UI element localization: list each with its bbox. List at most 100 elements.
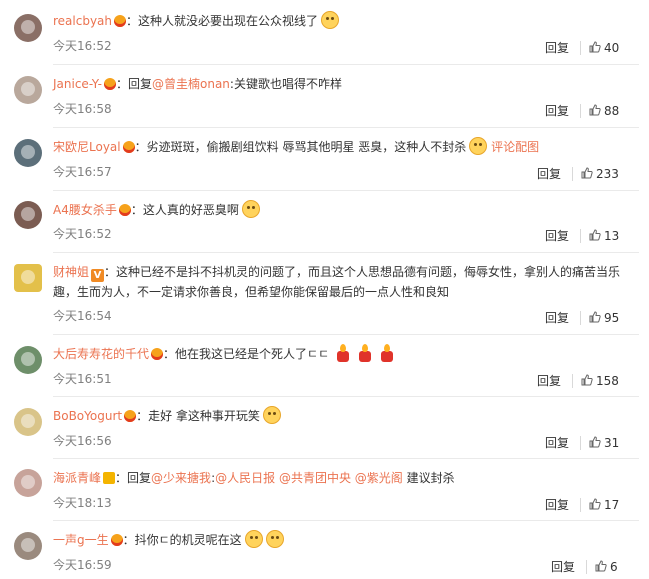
crown-badge-icon <box>103 472 116 484</box>
divider <box>580 229 581 243</box>
comment-text: 劣迹斑斑，偷搬剧组饮料 辱骂其他明星 恶臭，这种人不封杀 <box>146 140 467 154</box>
divider <box>572 167 573 181</box>
comment-text: 这种人就没必要出现在公众视线了 <box>138 14 319 28</box>
emoji-icon <box>262 406 281 424</box>
reply-button[interactable]: 回复 <box>545 497 569 513</box>
username[interactable]: 大后寿寿花的千代 <box>53 347 149 361</box>
like-count: 95 <box>604 311 620 325</box>
emoji-icon <box>265 530 284 548</box>
emoji-icon <box>244 530 263 548</box>
thumbs-up-icon <box>589 104 601 116</box>
like-button[interactable]: 6 <box>595 559 618 575</box>
thumbs-up-icon <box>589 498 601 510</box>
like-button[interactable]: 88 <box>589 103 619 119</box>
like-button[interactable]: 158 <box>581 373 619 389</box>
avatar[interactable] <box>14 264 42 292</box>
avatar[interactable] <box>14 139 42 167</box>
timestamp: 今天16:57 <box>53 165 112 179</box>
like-count: 233 <box>596 167 619 181</box>
reply-button[interactable]: 回复 <box>545 435 569 451</box>
comment-separator <box>53 190 639 191</box>
mention-link[interactable]: @曾圭楠onan <box>152 77 230 91</box>
like-count: 88 <box>604 104 620 118</box>
username[interactable]: 一声g一生 <box>53 533 109 547</box>
divider <box>586 560 587 574</box>
timestamp: 今天16:51 <box>53 372 112 386</box>
comment-text: :关键歌也唱得不咋样 <box>229 77 342 91</box>
reply-button[interactable]: 回复 <box>545 40 569 56</box>
username[interactable]: 宋欧尼Loyal <box>53 140 121 154</box>
like-button[interactable]: 31 <box>589 435 619 451</box>
reply-button[interactable]: 回复 <box>537 373 561 389</box>
emoji-icon <box>321 11 340 29</box>
comment-text: 这人真的好恶臭啊 <box>142 203 239 217</box>
like-count: 17 <box>604 498 620 512</box>
username[interactable]: 海派青峰 <box>53 471 101 485</box>
timestamp: 今天16:56 <box>53 434 112 448</box>
reply-button[interactable]: 回复 <box>545 228 569 244</box>
avatar[interactable] <box>14 346 42 374</box>
crown-badge-icon <box>124 410 137 422</box>
comment-separator <box>53 396 639 397</box>
avatar[interactable] <box>14 408 42 436</box>
reply-prefix: 回复 <box>127 77 152 91</box>
comment-text: 抖你ㄷ的机灵呢在这 <box>134 533 242 547</box>
timestamp: 今天16:59 <box>53 558 112 572</box>
comment-separator <box>53 252 639 253</box>
divider <box>580 104 581 118</box>
reply-prefix: 回复 <box>127 471 152 485</box>
divider <box>580 436 581 450</box>
like-count: 40 <box>604 41 620 55</box>
v-badge-icon: V <box>91 269 105 282</box>
timestamp: 今天16:58 <box>53 102 112 116</box>
like-button[interactable]: 13 <box>589 228 619 244</box>
like-count: 158 <box>596 374 619 388</box>
mention-link[interactable]: @人民日报 <box>215 471 275 485</box>
thumbs-up-icon <box>595 560 607 572</box>
username[interactable]: Janice-Y- <box>53 77 102 91</box>
mention-link[interactable]: @共青团中央 <box>279 471 351 485</box>
reply-button[interactable]: 回复 <box>545 103 569 119</box>
timestamp: 今天18:13 <box>53 496 112 510</box>
thumbs-up-icon <box>581 167 593 179</box>
comment-separator <box>53 127 639 128</box>
comment-text: 建议封杀 <box>406 471 455 485</box>
avatar[interactable] <box>14 76 42 104</box>
image-link[interactable]: 评论配图 <box>491 140 539 154</box>
reply-button[interactable]: 回复 <box>551 559 575 575</box>
reply-button[interactable]: 回复 <box>545 310 569 326</box>
thumbs-up-icon <box>589 229 601 241</box>
crown-badge-icon <box>122 141 135 153</box>
like-button[interactable]: 17 <box>589 497 619 513</box>
comment-separator <box>53 458 639 459</box>
comment-text: 这种已经不是抖不抖机灵的问题了，而且这个人思想品德有问题，侮辱女性，拿别人的痛苦… <box>53 265 621 299</box>
comment-text: 走好 拿这种事开玩笑 <box>148 409 260 423</box>
username[interactable]: realcbyah <box>53 14 112 28</box>
timestamp: 今天16:52 <box>53 227 112 241</box>
like-button[interactable]: 95 <box>589 310 619 326</box>
thumbs-up-icon <box>589 311 601 323</box>
thumbs-up-icon <box>589 41 601 53</box>
username[interactable]: BoBoYogurt <box>53 409 122 423</box>
divider <box>580 41 581 55</box>
like-button[interactable]: 233 <box>581 166 619 182</box>
divider <box>572 374 573 388</box>
avatar[interactable] <box>14 14 42 42</box>
comment-separator <box>53 334 639 335</box>
username[interactable]: 财神姐 <box>53 265 89 279</box>
candle-icon <box>357 344 373 362</box>
crown-badge-icon <box>114 15 127 27</box>
divider <box>580 311 581 325</box>
candle-icon <box>335 344 351 362</box>
avatar[interactable] <box>14 532 42 560</box>
mention-link[interactable]: @紫光阁 <box>355 471 403 485</box>
thumbs-up-icon <box>581 374 593 386</box>
like-button[interactable]: 40 <box>589 40 619 56</box>
emoji-icon <box>469 137 488 155</box>
mention-link[interactable]: @少来搪我 <box>151 471 211 485</box>
reply-button[interactable]: 回复 <box>537 166 561 182</box>
comment-text: 他在我这已经是个死人了ㄷㄷ <box>175 347 330 361</box>
avatar[interactable] <box>14 201 42 229</box>
username[interactable]: A4腰女杀手 <box>53 203 117 217</box>
avatar[interactable] <box>14 469 42 497</box>
